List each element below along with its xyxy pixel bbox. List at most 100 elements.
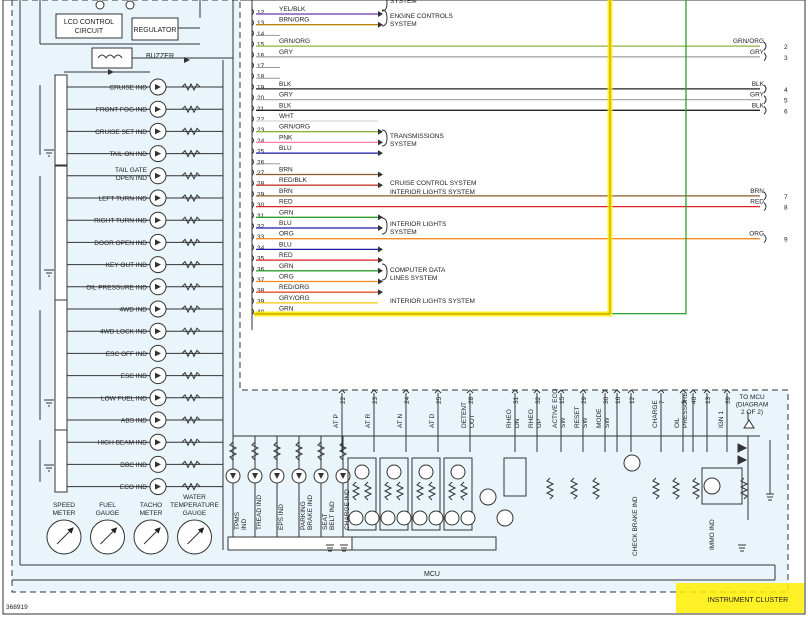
wire-color-label: BRN [279,167,293,174]
pin-number: 13 [257,20,265,27]
terminal-pin: 15 [559,396,566,404]
wire-group-6: COMPUTER DATALINES SYSTEM [381,263,446,282]
wire-end-number: 7 [784,194,788,201]
gauge-label: WATER [183,494,206,501]
transistor-icon [496,509,514,527]
wire-color-label: BRN [279,188,293,195]
wire-color-label: BRN [750,188,764,195]
system-label: SYSTEM [390,141,417,148]
transistor-icon [364,510,380,526]
wire-color-label: RED/ORG [279,284,309,291]
indicator-label: OPEN IND [116,175,148,182]
gauge-label: FUEL [99,502,116,509]
transistor-icon [428,510,444,526]
system-label: SYSTEM [390,21,417,28]
wire-color-label: ORG [279,274,294,281]
wire-color-label: GRY [279,49,294,56]
lcd-control-label-1: LCD CONTROL [64,19,114,26]
wire-end-number: 9 [784,237,788,244]
to-mcu-text: 2 OF 2) [741,409,763,416]
wire-color-label: ORG [279,231,294,238]
wire-end-number: 2 [784,44,788,51]
indicator-label: OIL PRESSURE IND [86,284,147,291]
indicator-label: ECO IND [120,484,147,491]
terminal-pin: 12 [629,396,636,404]
indicator-label: DBC IND [120,462,147,469]
wire-color-label: PNK [279,134,293,141]
wire-color-label: GRN/ORG [733,38,764,45]
pin-number: 25 [257,149,265,156]
instrument-cluster-label: INSTRUMENT CLUSTER [708,597,788,604]
pin-number: 34 [257,245,265,252]
wire-color-label: GRN [279,263,294,270]
indicator-label: ABS IND [121,418,147,425]
terminal-pin: 40 [691,396,698,404]
wire-group-4: INTERIOR LIGHTS SYSTEM [390,189,475,196]
system-label: SYSTEM [390,0,417,5]
wire-group-3: CRUISE CONTROL SYSTEM [390,180,476,187]
buzzer-label: BUZZER [146,53,174,60]
transistor-icon [444,510,460,526]
wire-color-label: RED [279,252,293,259]
transistor-icon [380,510,396,526]
gauge-label: GAUGE [96,510,120,517]
indicator-label: KEY OUT IND [106,262,148,269]
terminal-label: AT R [365,413,372,428]
wire-color-label: BLK [279,81,292,88]
indicator-label: LOW FUEL IND [101,395,147,402]
gauge-label: TEMPERATURE [170,502,219,509]
document-id: 368919 [6,604,28,611]
indicator-label: HIGH BEAM IND [98,440,148,447]
indicator-label: RIGHT TURN IND [94,218,147,225]
to-mcu-text: (DIAGRAM [736,402,769,409]
gauge-label: TACHO [140,502,162,509]
wire-color-label: GRY [279,92,294,99]
wire-color-label: GRY [750,49,765,56]
mcu-label: MCU [424,571,440,578]
transistor-icon [348,510,364,526]
pin-number: 33 [257,234,265,241]
transistor-icon [412,510,428,526]
gauge-label: SPEED [53,502,75,509]
terminal-label: AT P [333,414,340,428]
system-label: TRANSMISSIONS [390,133,444,140]
system-label: INTERIOR LIGHTS [390,221,447,228]
terminal-label: AT N [397,413,404,428]
indicator-label: LEFT TURN IND [98,196,147,203]
wire-color-label: GRN [279,209,294,216]
gauge-label: GAUGE [183,510,207,517]
wire-color-label: ORG [749,231,764,238]
gauge-label: METER [140,510,163,517]
wire-color-label: BRN/ORG [279,17,309,24]
terminal-pin: 25 [436,396,443,404]
wire-color-label: GRN/ORG [279,38,310,45]
pin-number: 32 [257,224,265,231]
wire-color-label: BLK [279,102,292,109]
pin-number: 31 [257,213,265,220]
transistor-icon [386,464,402,480]
wire-color-label: GRY/ORG [279,295,310,302]
terminal-pin: 39 [725,396,732,404]
pin-number: 20 [257,95,265,102]
indicator-label: CRUISE IND [109,85,147,92]
transistor-icon [479,488,497,506]
terminal-pin: 28 [468,396,475,404]
wire-end-number: 8 [784,205,788,212]
pin-number: 38 [257,288,265,295]
terminal-pin: 31 [513,396,520,404]
pin-number: 28 [257,181,265,188]
terminal-pin: 16 [615,396,622,404]
system-label: SYSTEM [390,229,417,236]
terminal-pin: 30 [603,396,610,404]
wire-end-number: 5 [784,98,788,105]
transistor-icon [418,464,434,480]
pin-number: 15 [257,42,265,49]
pin-number: 27 [257,170,265,177]
terminal-pin: 32 [535,396,542,404]
wire-color-label: BLK [752,102,765,109]
bottom-indicator-label: EPS IND [278,504,285,530]
system-label: INTERIOR LIGHTS SYSTEM [390,298,475,305]
indicator-label: ESC OFF IND [106,351,147,358]
indicator-label: TAIL ON IND [109,151,147,158]
wire-end-number: 6 [784,108,788,115]
